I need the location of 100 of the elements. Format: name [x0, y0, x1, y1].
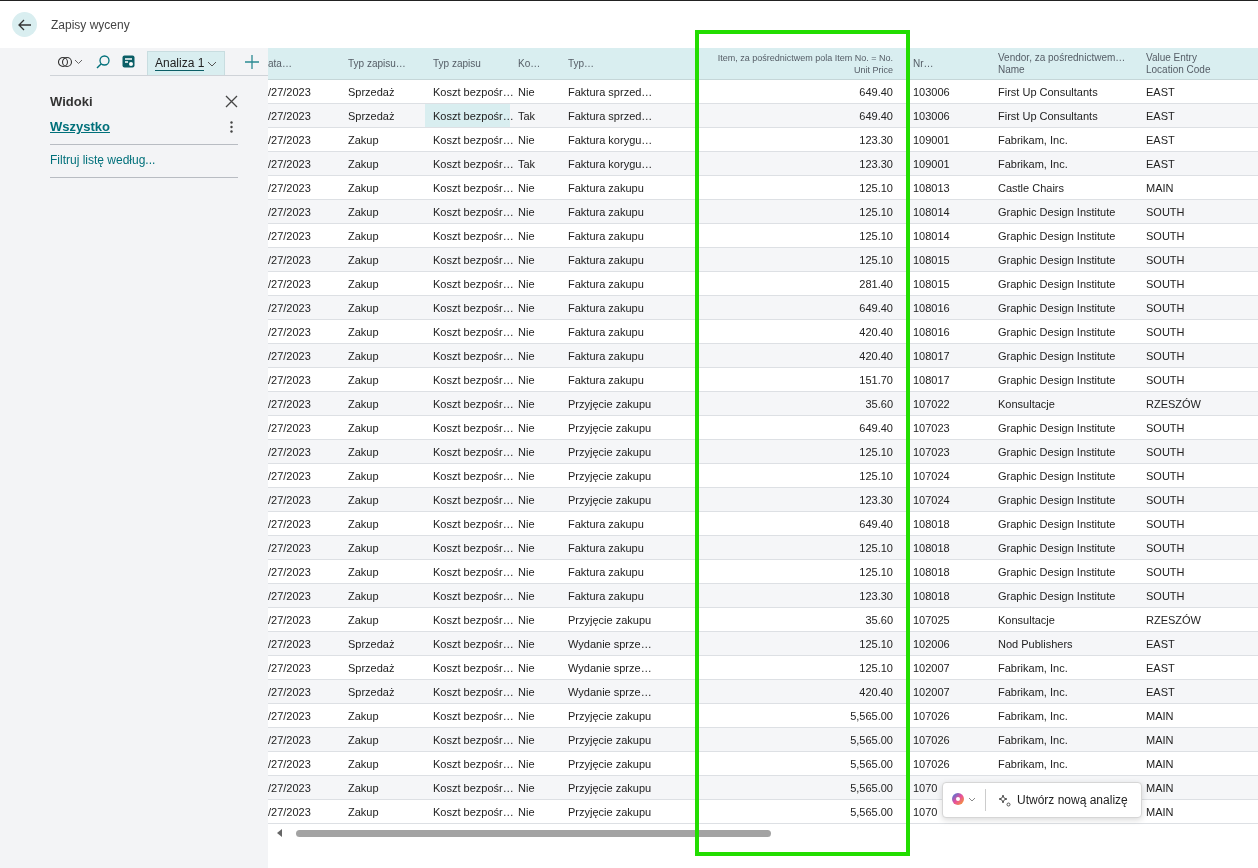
- table-cell-text: 125.10: [858, 204, 894, 220]
- table-cell-text: EAST: [1145, 108, 1176, 124]
- table-cell-text: Zakup: [347, 444, 380, 460]
- table-cell-text: Tak: [517, 108, 537, 124]
- table-cell-text: Castle Chairs: [997, 180, 1066, 196]
- table-cell-text: 107022: [912, 396, 951, 412]
- table-cell-text: EAST: [1145, 132, 1176, 148]
- table-cell-text: Nie: [517, 588, 536, 604]
- table-cell-text: 5,565.00: [849, 708, 894, 724]
- table-cell-text: Zakup: [347, 780, 380, 796]
- table-cell-text: 109001: [912, 156, 951, 172]
- table-cell-text: 108015: [912, 252, 951, 268]
- table-cell-text: Sprzedaż: [347, 636, 396, 652]
- table-cell-text: Konsultacje: [997, 396, 1056, 412]
- table-cell-text: 102007: [912, 684, 951, 700]
- table-cell-text: Zakup: [347, 492, 380, 508]
- table-cell-text: Zakup: [347, 180, 380, 196]
- table-cell-text: /27/2023: [268, 156, 312, 172]
- table-cell-text: Przyjęcie zakupu: [567, 444, 653, 460]
- table-cell-text: 123.30: [858, 492, 894, 508]
- table-cell-text: Nie: [517, 684, 536, 700]
- table-cell-text: Nie: [517, 252, 536, 268]
- table-cell-text: 649.40: [858, 516, 894, 532]
- table-cell-text: 281.40: [858, 276, 894, 292]
- table-cell-text: 107024: [912, 468, 951, 484]
- table-cell-text: /27/2023: [268, 708, 312, 724]
- table-cell-text: Nie: [517, 804, 536, 820]
- table-cell-text: 103006: [912, 108, 951, 124]
- table-cell-text: Faktura korygu…: [567, 132, 654, 148]
- table-cell-text: /27/2023: [268, 276, 312, 292]
- table-cell-text: Fabrikam, Inc.: [997, 708, 1069, 724]
- table-cell-text: MAIN: [1145, 180, 1175, 196]
- table-cell-text: 5,565.00: [849, 756, 894, 772]
- table-cell-text: Zakup: [347, 588, 380, 604]
- table-cell-text: 107026: [912, 756, 951, 772]
- table-cell-text: 125.10: [858, 660, 894, 676]
- table-cell-text: Nie: [517, 396, 536, 412]
- table-cell-text: Konsultacje: [997, 612, 1056, 628]
- table-cell-text: 151.70: [858, 372, 894, 388]
- table-cell-text: SOUTH: [1145, 492, 1186, 508]
- table-cell-text: 1070: [912, 780, 939, 796]
- table-cell-text: Przyjęcie zakupu: [567, 396, 653, 412]
- table-cell-text: Nie: [517, 132, 536, 148]
- table-cell-text: Zakup: [347, 156, 380, 172]
- table-cell-text: 5,565.00: [849, 732, 894, 748]
- table-cell-text: Sprzedaż: [347, 660, 396, 676]
- table-cell-text: 125.10: [858, 540, 894, 556]
- table-cell-text: Zakup: [347, 516, 380, 532]
- table-cell-text: RZESZÓW: [1145, 612, 1202, 628]
- table-cell-text: /27/2023: [268, 660, 312, 676]
- table-cell-text: /27/2023: [268, 372, 312, 388]
- table-cell-text: Graphic Design Institute: [997, 468, 1117, 484]
- table-cell-text: 649.40: [858, 84, 894, 100]
- table-cell-text: Faktura sprzed…: [567, 108, 654, 124]
- table-cell-text: Sprzedaż: [347, 684, 396, 700]
- table-cell-text: 35.60: [864, 396, 894, 412]
- table-cell-text: EAST: [1145, 84, 1176, 100]
- table-cell-text: 125.10: [858, 228, 894, 244]
- table-cell-text: Zakup: [347, 756, 380, 772]
- table-cell-text: 108016: [912, 300, 951, 316]
- panel-title: Widoki: [50, 94, 93, 109]
- table-cell-text: /27/2023: [268, 516, 312, 532]
- table-cell-text: /27/2023: [268, 492, 312, 508]
- table-cell-text: /27/2023: [268, 132, 312, 148]
- table-cell-text: Faktura sprzed…: [567, 84, 654, 100]
- table-cell-text: Graphic Design Institute: [997, 228, 1117, 244]
- table-cell-text: Nie: [517, 708, 536, 724]
- table-cell-text: SOUTH: [1145, 516, 1186, 532]
- table-cell-text: Graphic Design Institute: [997, 420, 1117, 436]
- table-cell-text: SOUTH: [1145, 468, 1186, 484]
- table-cell-text: /27/2023: [268, 228, 312, 244]
- table-cell-text: 125.10: [858, 468, 894, 484]
- table-cell-text: Graphic Design Institute: [997, 564, 1117, 580]
- table-cell-text: Faktura zakupu: [567, 540, 645, 556]
- table-cell-text: 108018: [912, 540, 951, 556]
- table-cell-text: 102006: [912, 636, 951, 652]
- table-cell-text: Przyjęcie zakupu: [567, 756, 653, 772]
- table-cell-text: 108016: [912, 324, 951, 340]
- table-cell-text: Zakup: [347, 132, 380, 148]
- table-cell-text: Graphic Design Institute: [997, 492, 1117, 508]
- table-cell-text: 420.40: [858, 348, 894, 364]
- table-cell-text: Nie: [517, 324, 536, 340]
- table-cell-text: SOUTH: [1145, 372, 1186, 388]
- table-cell-text: EAST: [1145, 636, 1176, 652]
- table-cell-text: Graphic Design Institute: [997, 204, 1117, 220]
- table-cell-text: Faktura zakupu: [567, 588, 645, 604]
- table-cell-text: Zakup: [347, 396, 380, 412]
- table-cell-text: Przyjęcie zakupu: [567, 780, 653, 796]
- table-cell-text: Nie: [517, 300, 536, 316]
- table-cell-text: Przyjęcie zakupu: [567, 804, 653, 820]
- table-cell-text: MAIN: [1145, 780, 1175, 796]
- table-cell-text: SOUTH: [1145, 228, 1186, 244]
- table-cell-text: Graphic Design Institute: [997, 324, 1117, 340]
- table-cell-text: /27/2023: [268, 84, 312, 100]
- table-cell-text: Nie: [517, 204, 536, 220]
- table-cell-text: Przyjęcie zakupu: [567, 732, 653, 748]
- table-cell-text: 108018: [912, 588, 951, 604]
- table-cell-text: 649.40: [858, 108, 894, 124]
- table-cell-text: SOUTH: [1145, 324, 1186, 340]
- table-cell-text: 107023: [912, 444, 951, 460]
